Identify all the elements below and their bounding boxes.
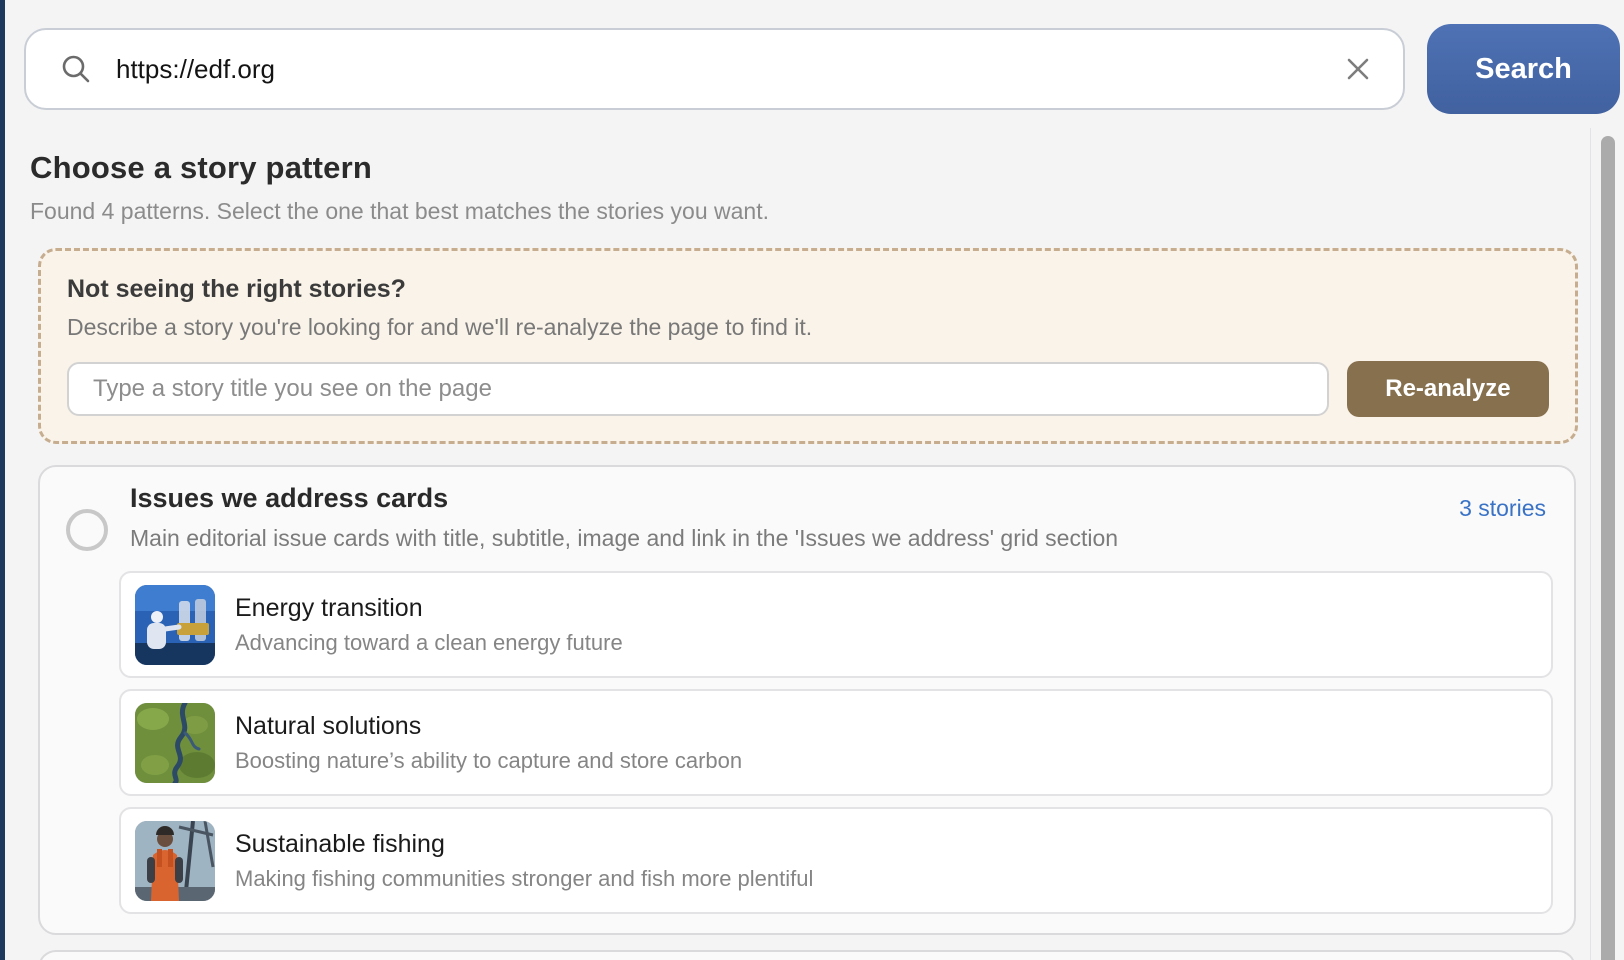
story-subtitle: Making fishing communities stronger and … [235, 866, 813, 892]
reanalyze-button[interactable]: Re-analyze [1347, 361, 1549, 417]
story-thumbnail-fisherman-photo [135, 821, 215, 901]
story-row-energy-transition[interactable]: Energy transition Advancing toward a cle… [119, 571, 1553, 678]
page-subtitle: Found 4 patterns. Select the one that be… [30, 198, 769, 225]
story-subtitle: Boosting nature’s ability to capture and… [235, 748, 742, 774]
story-pattern-picker-screen: Search Choose a story pattern Found 4 pa… [0, 0, 1624, 960]
refine-description: Describe a story you're looking for and … [67, 314, 1549, 341]
next-pattern-card-partial[interactable] [38, 950, 1576, 960]
story-title-input[interactable] [67, 362, 1329, 416]
story-subtitle: Advancing toward a clean energy future [235, 630, 623, 656]
story-row-natural-solutions[interactable]: Natural solutions Boosting nature’s abil… [119, 689, 1553, 796]
story-title: Energy transition [235, 594, 623, 623]
refine-title: Not seeing the right stories? [67, 275, 1549, 304]
search-icon [60, 53, 92, 85]
pattern-title: Issues we address cards [130, 483, 448, 514]
url-search-field[interactable] [24, 28, 1405, 110]
pattern-description: Main editorial issue cards with title, s… [130, 525, 1118, 552]
pattern-radio-button[interactable] [66, 509, 108, 551]
stories-list: Energy transition Advancing toward a cle… [119, 571, 1553, 914]
clear-icon[interactable] [1341, 52, 1375, 86]
page-title: Choose a story pattern [30, 150, 769, 186]
refine-panel: Not seeing the right stories? Describe a… [38, 248, 1578, 444]
scroll-track-edge [1590, 128, 1591, 960]
vertical-scrollbar[interactable] [1601, 136, 1615, 960]
window-edge-strip [0, 0, 5, 960]
stories-count-link[interactable]: 3 stories [1459, 495, 1546, 522]
story-title: Sustainable fishing [235, 830, 813, 859]
pattern-card-issues-we-address[interactable]: Issues we address cards 3 stories Main e… [38, 465, 1576, 935]
search-button[interactable]: Search [1427, 24, 1620, 114]
story-title: Natural solutions [235, 712, 742, 741]
story-thumbnail-aerial-river-photo [135, 703, 215, 783]
page-header: Choose a story pattern Found 4 patterns.… [30, 150, 769, 225]
url-input[interactable] [116, 54, 1341, 85]
story-row-sustainable-fishing[interactable]: Sustainable fishing Making fishing commu… [119, 807, 1553, 914]
story-thumbnail-energy-photo [135, 585, 215, 665]
